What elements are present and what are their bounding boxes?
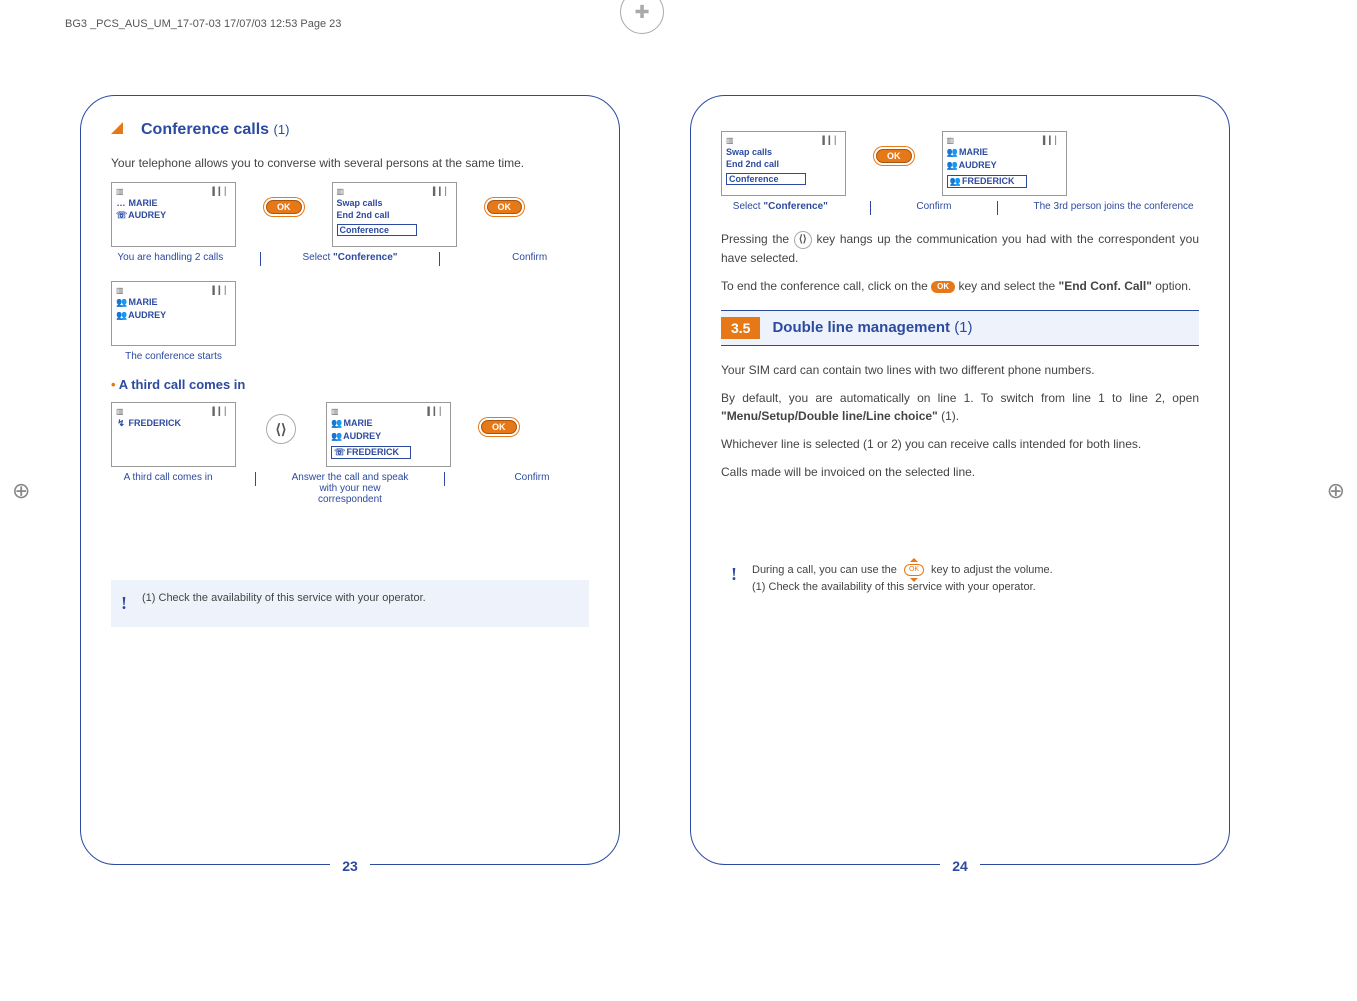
status-bar: ▥▍▎▏ <box>947 136 1062 145</box>
group-icon: 👥 <box>116 310 126 321</box>
note-box-left: ! (1) Check the availability of this ser… <box>111 580 589 627</box>
exclaim-icon: ! <box>121 590 127 617</box>
section-number: 3.5 <box>721 317 760 339</box>
para-end-conf: To end the conference call, click on the… <box>721 277 1199 295</box>
ok-button[interactable]: OK <box>481 420 517 434</box>
phone-row-r1: ▥▍▎▏ Swap calls End 2nd call Conference … <box>721 131 1199 196</box>
intro-text: Your telephone allows you to converse wi… <box>111 154 589 172</box>
phone-icon: ☏ <box>334 447 344 458</box>
para-sim: Your SIM card can contain two lines with… <box>721 361 1199 379</box>
page-right: ▥▍▎▏ Swap calls End 2nd call Conference … <box>690 95 1230 865</box>
page-number-left: 23 <box>330 858 370 874</box>
status-bar: ▥▍▎▏ <box>116 286 231 295</box>
phone-screen-conf-started: ▥▍▎▏ 👥 MARIE 👥 AUDREY <box>111 281 236 346</box>
status-bar: ▥▍▎▏ <box>116 407 231 416</box>
ok-button-inline: OK <box>931 281 955 293</box>
page-number-right: 24 <box>940 858 980 874</box>
status-bar: ▥▍▎▏ <box>726 136 841 145</box>
para-receive: Whichever line is selected (1 or 2) you … <box>721 435 1199 453</box>
group-icon: 👥 <box>331 418 341 429</box>
caption-row-1: You are handling 2 calls Select "Confere… <box>111 252 589 266</box>
answer-key-icon[interactable]: ⟨⟩ <box>266 414 296 444</box>
status-bar: ▥▍▎▏ <box>331 407 446 416</box>
crop-mark-right: ⊕ <box>1327 478 1345 504</box>
incoming-icon: ↯ <box>116 418 126 429</box>
phone-row-1: ▥▍▎▏ … MARIE ☏ AUDREY OK ▥▍▎▏ Swap calls… <box>111 182 589 247</box>
section-title-conference: Conference calls (1) <box>111 121 589 139</box>
phone-screen-three-joined: ▥▍▎▏ 👥 MARIE 👥 AUDREY 👥 FREDERICK <box>942 131 1067 196</box>
para-invoice: Calls made will be invoiced on the selec… <box>721 463 1199 481</box>
status-bar: ▥▍▎▏ <box>337 187 452 196</box>
caption-row-3: A third call comes in Answer the call an… <box>111 472 589 505</box>
phone-icon: ☏ <box>116 210 126 221</box>
phone-screen-handling: ▥▍▎▏ … MARIE ☏ AUDREY <box>111 182 236 247</box>
group-icon: 👥 <box>947 147 957 158</box>
phone-screen-three-calls: ▥▍▎▏ 👥 MARIE 👥 AUDREY ☏ FREDERICK <box>326 402 451 467</box>
crop-circle-top <box>620 0 664 34</box>
triangle-icon <box>111 122 123 134</box>
phone-row-3: ▥▍▎▏ ↯ FREDERICK ⟨⟩ ▥▍▎▏ 👥 MARIE 👥 AUDRE… <box>111 402 589 467</box>
group-icon: 👥 <box>116 297 126 308</box>
navigation-key-icon: OK <box>900 561 928 579</box>
page-left: Conference calls (1) Your telephone allo… <box>80 95 620 865</box>
ok-button[interactable]: OK <box>266 200 302 214</box>
section-heading-double-line: 3.5 Double line management (1) <box>721 310 1199 346</box>
crop-mark-left: ⊕ <box>12 478 30 504</box>
group-icon: 👥 <box>947 160 957 171</box>
group-icon: 👥 <box>950 176 960 187</box>
para-hangup: Pressing the ⟨⟩ key hangs up the communi… <box>721 230 1199 267</box>
para-switch: By default, you are automatically on lin… <box>721 389 1199 425</box>
exclaim-icon: ! <box>731 561 737 588</box>
ok-button[interactable]: OK <box>487 200 523 214</box>
ellipsis-icon: … <box>116 198 126 208</box>
answer-key-icon: ⟨⟩ <box>794 231 812 249</box>
status-bar: ▥▍▎▏ <box>116 187 231 196</box>
subheading-third-call: • A third call comes in <box>111 377 589 392</box>
phone-row-2: ▥▍▎▏ 👥 MARIE 👥 AUDREY <box>111 281 589 346</box>
header-line: BG3 _PCS_AUS_UM_17-07-03 17/07/03 12:53 … <box>65 18 341 30</box>
caption-row-r1: Select "Conference" Confirm The 3rd pers… <box>721 201 1199 215</box>
ok-button[interactable]: OK <box>876 149 912 163</box>
note-box-right: ! During a call, you can use the OK key … <box>721 551 1199 606</box>
phone-screen-menu: ▥▍▎▏ Swap calls End 2nd call Conference <box>332 182 457 247</box>
caption-row-2: The conference starts <box>111 351 589 362</box>
phone-screen-menu: ▥▍▎▏ Swap calls End 2nd call Conference <box>721 131 846 196</box>
phone-screen-incoming: ▥▍▎▏ ↯ FREDERICK <box>111 402 236 467</box>
group-icon: 👥 <box>331 431 341 442</box>
